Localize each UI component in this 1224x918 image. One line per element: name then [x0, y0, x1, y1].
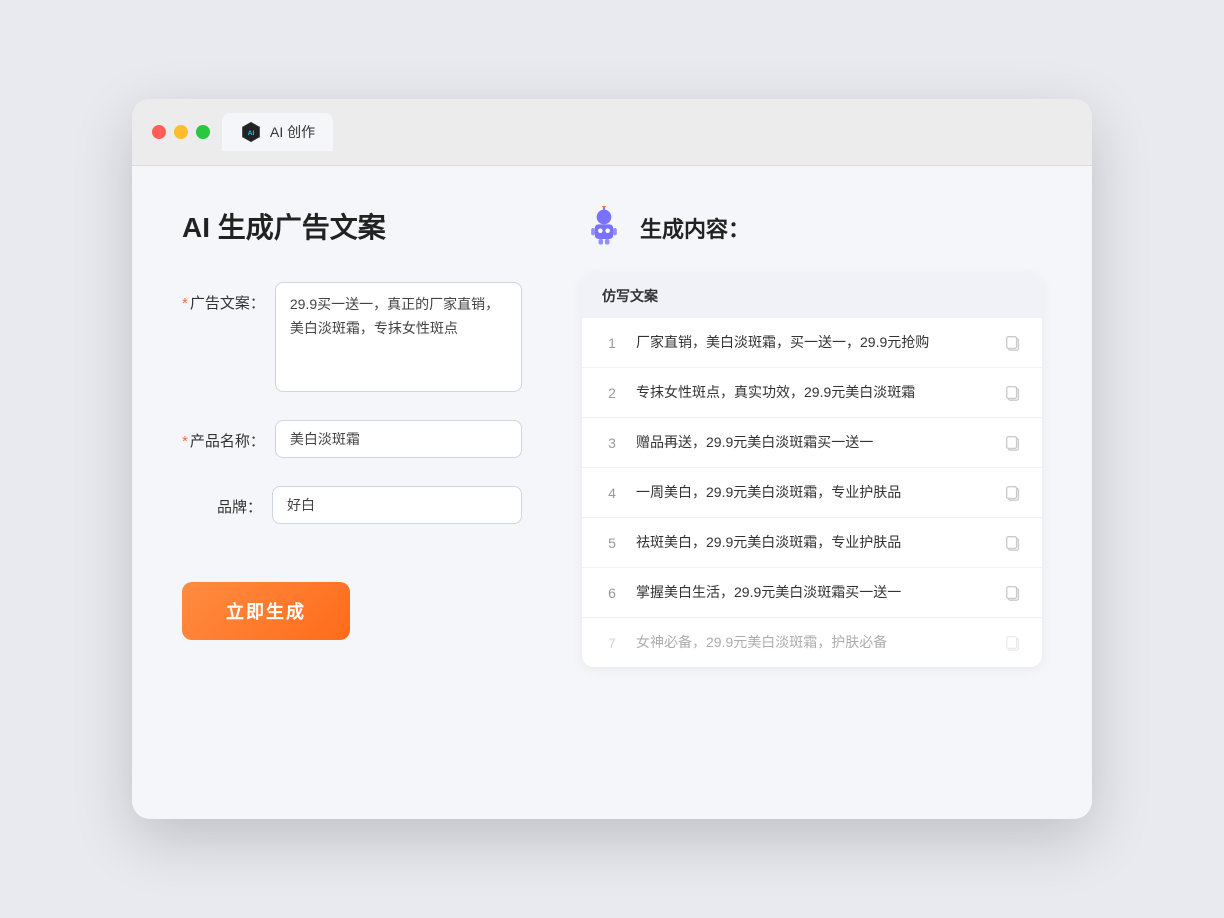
ad-copy-group: *广告文案： 29.9买一送一，真正的厂家直销，美白淡斑霜，专抹女性斑点 [182, 282, 522, 392]
ai-tab-icon: AI [240, 121, 262, 143]
row-num-7: 7 [602, 635, 622, 651]
row-num-6: 6 [602, 585, 622, 601]
result-row-2: 2 专抹女性斑点，真实功效，29.9元美白淡斑霜 [582, 368, 1042, 418]
row-num-5: 5 [602, 535, 622, 551]
product-name-label: *产品名称： [182, 420, 265, 451]
maximize-button[interactable] [196, 125, 210, 139]
row-text-4: 一周美白，29.9元美白淡斑霜，专业护肤品 [636, 482, 990, 503]
brand-input[interactable] [272, 486, 522, 524]
result-row-5: 5 祛斑美白，29.9元美白淡斑霜，专业护肤品 [582, 518, 1042, 568]
ad-copy-label: *广告文案： [182, 282, 265, 313]
page-title: AI 生成广告文案 [182, 206, 522, 246]
ai-tab[interactable]: AI AI 创作 [222, 113, 333, 151]
result-row-6: 6 掌握美白生活，29.9元美白淡斑霜买一送一 [582, 568, 1042, 618]
generate-button[interactable]: 立即生成 [182, 582, 350, 640]
ad-copy-input[interactable]: 29.9买一送一，真正的厂家直销，美白淡斑霜，专抹女性斑点 [275, 282, 522, 392]
required-mark-product: * [182, 433, 188, 450]
result-table: 仿写文案 1 厂家直销，美白淡斑霜，买一送一，29.9元抢购 2 专抹女性斑点，… [582, 274, 1042, 667]
row-text-5: 祛斑美白，29.9元美白淡斑霜，专业护肤品 [636, 532, 990, 553]
row-num-3: 3 [602, 435, 622, 451]
traffic-lights [152, 125, 210, 139]
row-num-1: 1 [602, 335, 622, 351]
copy-icon-4[interactable] [1004, 484, 1022, 502]
row-text-1: 厂家直销，美白淡斑霜，买一送一，29.9元抢购 [636, 332, 990, 353]
tab-label: AI 创作 [270, 122, 315, 142]
copy-icon-1[interactable] [1004, 334, 1022, 352]
browser-window: AI AI 创作 AI 生成广告文案 *广告文案： 29.9买一送一，真正的厂家… [132, 99, 1092, 819]
result-header: 生成内容： [582, 206, 1042, 250]
result-row-1: 1 厂家直销，美白淡斑霜，买一送一，29.9元抢购 [582, 318, 1042, 368]
row-num-2: 2 [602, 385, 622, 401]
robot-icon [582, 206, 626, 250]
result-row-3: 3 赠品再送，29.9元美白淡斑霜买一送一 [582, 418, 1042, 468]
required-mark-ad: * [182, 295, 188, 312]
result-row-4: 4 一周美白，29.9元美白淡斑霜，专业护肤品 [582, 468, 1042, 518]
result-row-7: 7 女神必备，29.9元美白淡斑霜，护肤必备 [582, 618, 1042, 667]
copy-icon-7[interactable] [1004, 634, 1022, 652]
minimize-button[interactable] [174, 125, 188, 139]
table-header: 仿写文案 [582, 274, 1042, 318]
product-name-group: *产品名称： [182, 420, 522, 458]
copy-icon-2[interactable] [1004, 384, 1022, 402]
svg-text:AI: AI [248, 130, 255, 137]
brand-label: 品牌： [182, 486, 262, 517]
brand-group: 品牌： [182, 486, 522, 524]
row-text-3: 赠品再送，29.9元美白淡斑霜买一送一 [636, 432, 990, 453]
copy-icon-3[interactable] [1004, 434, 1022, 452]
title-bar: AI AI 创作 [132, 99, 1092, 166]
row-num-4: 4 [602, 485, 622, 501]
left-panel: AI 生成广告文案 *广告文案： 29.9买一送一，真正的厂家直销，美白淡斑霜，… [182, 206, 522, 766]
close-button[interactable] [152, 125, 166, 139]
row-text-7: 女神必备，29.9元美白淡斑霜，护肤必备 [636, 632, 990, 653]
main-content: AI 生成广告文案 *广告文案： 29.9买一送一，真正的厂家直销，美白淡斑霜，… [132, 166, 1092, 806]
row-text-6: 掌握美白生活，29.9元美白淡斑霜买一送一 [636, 582, 990, 603]
right-panel: 生成内容： 仿写文案 1 厂家直销，美白淡斑霜，买一送一，29.9元抢购 2 专… [582, 206, 1042, 766]
copy-icon-5[interactable] [1004, 534, 1022, 552]
row-text-2: 专抹女性斑点，真实功效，29.9元美白淡斑霜 [636, 382, 990, 403]
copy-icon-6[interactable] [1004, 584, 1022, 602]
result-title: 生成内容： [640, 212, 750, 244]
product-name-input[interactable] [275, 420, 522, 458]
